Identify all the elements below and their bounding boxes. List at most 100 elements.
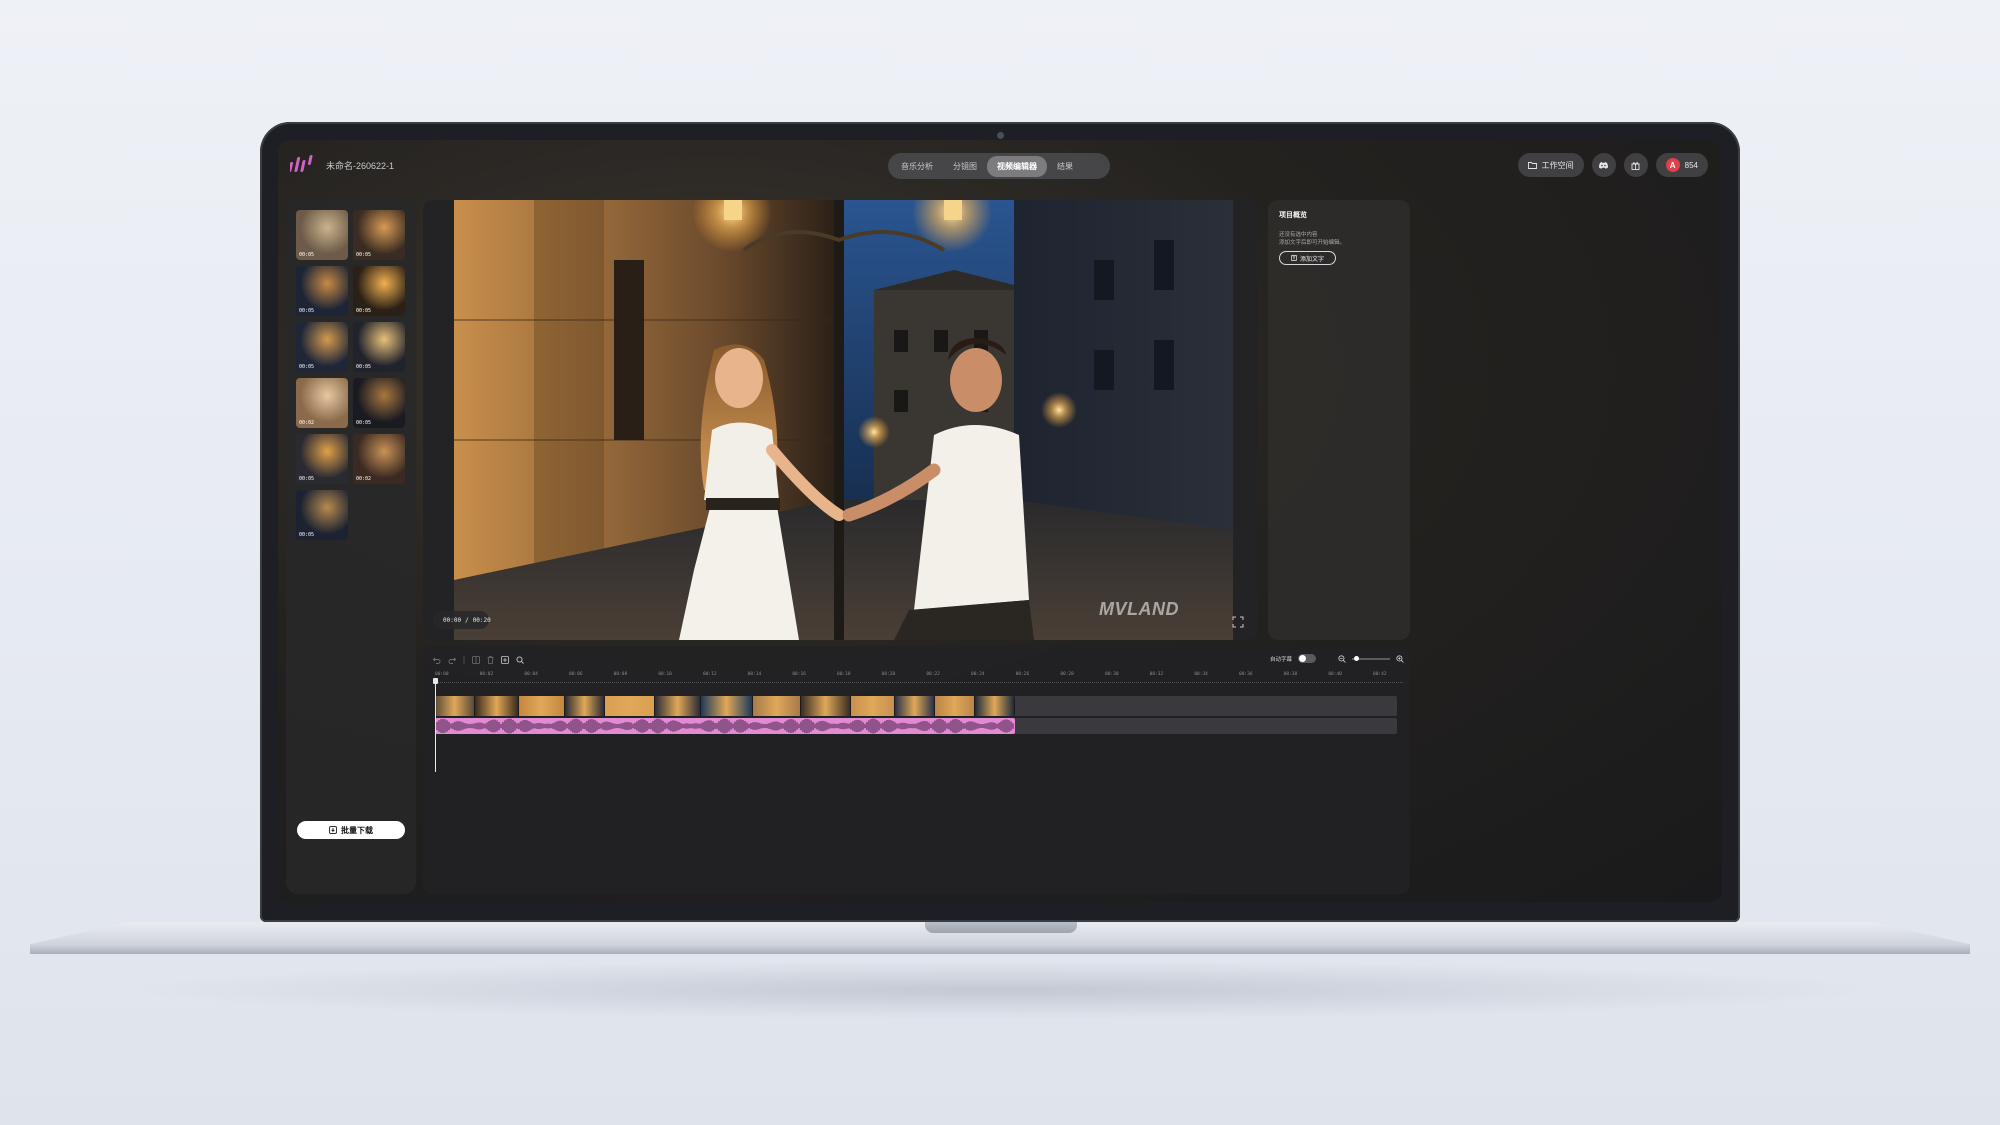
media-thumbnail[interactable]: 00:05 (353, 378, 405, 428)
delete-icon[interactable] (487, 656, 494, 664)
app-screen: 未命名-260622-1 音乐分析 分镜图 视频编辑器 结果 工作空间 A 85… (278, 140, 1722, 902)
media-thumbnail[interactable]: 00:05 (296, 266, 348, 316)
zoom-slider-knob[interactable] (1354, 655, 1359, 661)
undo-icon[interactable] (433, 657, 441, 664)
add-text-label: 添加文字 (1299, 256, 1324, 263)
tab-result[interactable]: 结果 (1047, 156, 1083, 177)
video-preview[interactable]: MVLAND 00:00 / 00:20 (423, 200, 1258, 640)
timeline-panel: 自动字幕 00:00 00:02 00:04 00:06 00:08 00:10 00:12… (423, 646, 1410, 894)
media-thumbnail[interactable]: 00:05 (353, 322, 405, 372)
top-bar: 未命名-260622-1 音乐分析 分镜图 视频编辑器 结果 工作空间 A 85… (278, 140, 1722, 190)
ruler-tick-label: 00:18 (837, 672, 851, 677)
media-thumbnail[interactable]: 00:02 (353, 434, 405, 484)
batch-download-label: 批量下载 (341, 825, 373, 835)
media-thumbnail[interactable]: 00:05 (296, 210, 348, 260)
media-thumbnail[interactable]: 00:05 (296, 322, 348, 372)
thumbnail-duration: 00:05 (356, 252, 372, 258)
redo-icon[interactable] (448, 657, 456, 664)
text-box-icon (1291, 255, 1297, 261)
tab-storyboard[interactable]: 分镜图 (943, 156, 987, 177)
audio-waveform (435, 718, 1014, 734)
workspace-button[interactable]: 工作空间 (1517, 153, 1584, 177)
ruler-tick-label: 00:04 (524, 672, 538, 677)
gift-icon (1631, 161, 1640, 170)
media-thumbnail[interactable]: 00:05 (296, 490, 348, 540)
ruler-tick-label: 00:26 (1015, 672, 1030, 677)
playback-controls[interactable]: 00:00 / 00:20 (433, 611, 491, 629)
video-clip[interactable] (895, 696, 935, 716)
video-clip[interactable] (801, 696, 851, 716)
media-thumbnail[interactable]: 00:05 (353, 266, 405, 316)
thumbnail-duration: 00:05 (299, 308, 315, 314)
video-track[interactable] (435, 696, 1015, 716)
tab-music-analysis[interactable]: 音乐分析 (891, 156, 943, 177)
ruler-tick-label: 00:36 (1239, 672, 1253, 677)
video-clip[interactable] (475, 696, 519, 716)
batch-download-button[interactable]: 批量下载 (297, 821, 405, 839)
video-clip[interactable] (435, 696, 475, 716)
auto-subtitle-label: 自动字幕 (1269, 656, 1292, 663)
video-clip[interactable] (935, 696, 975, 716)
discord-button[interactable] (1591, 153, 1616, 177)
media-thumbnail[interactable]: 00:05 (296, 434, 348, 484)
folder-icon (1527, 162, 1537, 169)
ruler-tick-label: 00:08 (613, 672, 628, 677)
overview-title: 项目概览 (1279, 212, 1307, 219)
timeline-toolbar (433, 656, 524, 664)
time-total: 00:20 (472, 616, 491, 624)
ruler-tick-label: 00:12 (703, 672, 717, 677)
waveform-logo-icon[interactable] (290, 154, 314, 174)
zoom-in-icon[interactable] (1396, 654, 1404, 663)
ruler-tick-label: 00:20 (881, 672, 896, 677)
project-name[interactable]: 未命名-260622-1 (326, 159, 394, 172)
auto-subtitle-toggle[interactable] (1298, 654, 1316, 663)
gift-button[interactable] (1623, 153, 1648, 177)
media-thumbnail[interactable]: 00:05 (353, 210, 405, 260)
video-clip[interactable] (565, 696, 605, 716)
time-separator: / (465, 616, 469, 624)
video-clip[interactable] (605, 696, 655, 716)
add-text-button[interactable]: 添加文字 (1279, 251, 1336, 265)
video-clip[interactable] (655, 696, 701, 716)
thumbnail-duration: 00:05 (299, 364, 315, 370)
ruler-tick-label: 00:16 (792, 672, 806, 677)
time-current: 00:00 (443, 616, 462, 624)
ruler-tick-label: 00:40 (1328, 672, 1342, 677)
video-clip[interactable] (519, 696, 565, 716)
video-clip[interactable] (851, 696, 895, 716)
ruler-dotted-line (435, 682, 1403, 683)
project-overview-panel: 项目概览 还没有选中内容 添加文字后即可开始编辑。 添加文字 (1268, 200, 1410, 640)
media-thumbnail[interactable]: 00:02 (296, 378, 348, 428)
media-thumbnail-grid: 00:05 00:05 00:05 00:05 00:05 00:05 00:02 00:05… (296, 210, 408, 540)
laptop-notch (925, 922, 1077, 933)
add-clip-icon[interactable] (501, 656, 509, 664)
ruler-tick-label: 00:00 (435, 672, 449, 677)
thumbnail-duration: 00:05 (299, 252, 315, 258)
zoom-slider[interactable] (1352, 655, 1390, 661)
video-clip[interactable] (753, 696, 801, 716)
overview-hint-line1: 还没有选中内容 (1279, 232, 1318, 238)
watermark-logo: MVLAND (1099, 599, 1179, 619)
laptop-bezel: 未命名-260622-1 音乐分析 分镜图 视频编辑器 结果 工作空间 A 85… (260, 122, 1740, 922)
workspace-label: 工作空间 (1541, 160, 1574, 170)
webcam (997, 132, 1004, 139)
ruler-tick-label: 00:24 (971, 672, 985, 677)
video-clip[interactable] (701, 696, 753, 716)
waveform-path (435, 718, 1014, 734)
credits-balance[interactable]: A 854 (1655, 153, 1708, 177)
ruler-tick-label: 00:06 (569, 672, 583, 677)
time-ruler[interactable]: 00:00 00:02 00:04 00:06 00:08 00:10 00:12 00:14… (435, 672, 1403, 690)
audio-track[interactable] (435, 718, 1015, 734)
video-clip[interactable] (975, 696, 1015, 716)
tab-video-editor[interactable]: 视频编辑器 (987, 155, 1047, 177)
playhead[interactable] (433, 678, 438, 772)
zoom-out-icon[interactable] (1338, 654, 1346, 663)
thumbnail-duration: 00:02 (356, 476, 372, 482)
download-icon (329, 826, 337, 834)
overview-hint-line2: 添加文字后即可开始编辑。 (1279, 240, 1346, 246)
split-icon[interactable] (472, 656, 480, 664)
media-library-panel: 00:05 00:05 00:05 00:05 00:05 00:05 00:02 00:05… (286, 200, 416, 894)
fullscreen-icon[interactable] (1232, 616, 1244, 628)
ruler-tick-label: 00:34 (1194, 672, 1208, 677)
search-icon[interactable] (516, 656, 524, 664)
